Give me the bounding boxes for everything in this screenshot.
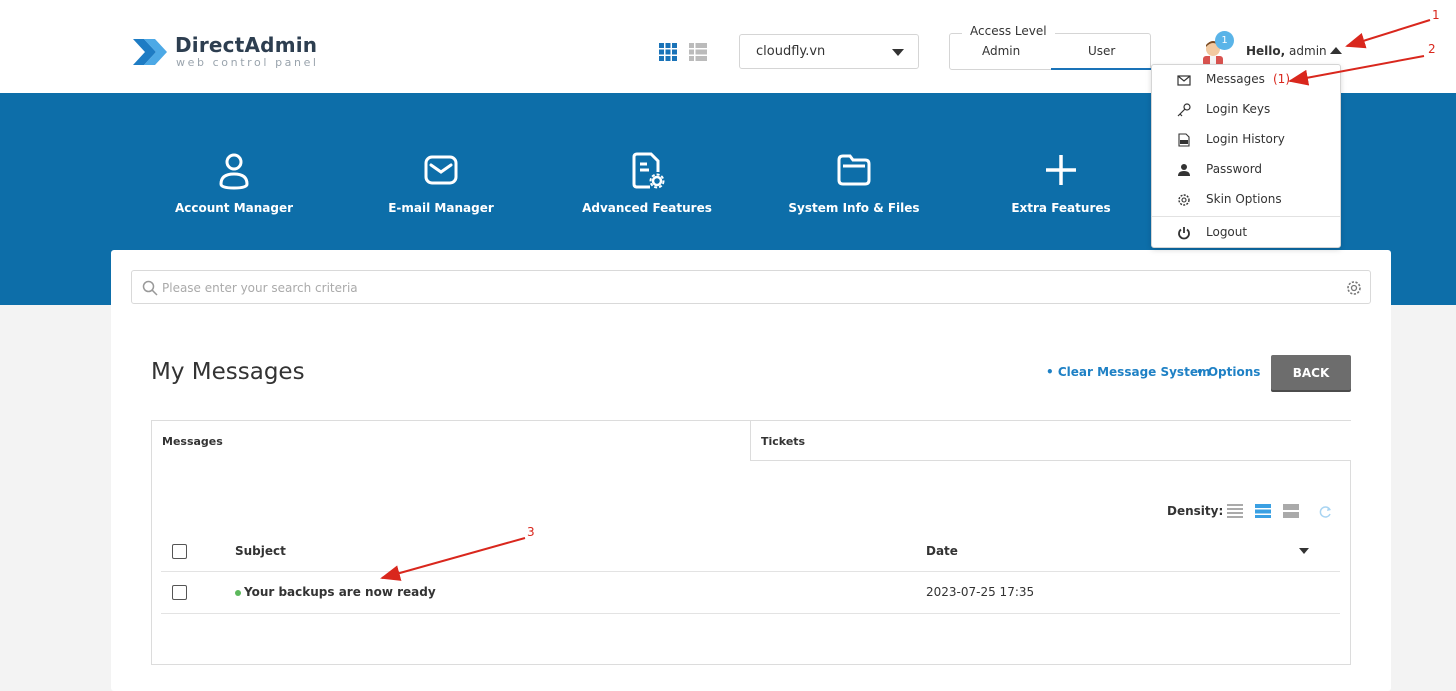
envelope-icon	[424, 155, 458, 185]
clear-message-system-link[interactable]: • Clear Message System	[1046, 365, 1210, 379]
message-subject-link[interactable]: Your backups are now ready	[244, 585, 436, 599]
brand-name: DirectAdmin	[175, 33, 318, 57]
select-all-checkbox[interactable]	[172, 544, 187, 559]
gear-icon	[1178, 194, 1190, 206]
user-icon	[219, 153, 249, 190]
nav-system-info[interactable]: System Info & Files	[764, 150, 944, 215]
menu-item-label: Messages	[1206, 72, 1265, 86]
options-link[interactable]: • Options	[1196, 365, 1260, 379]
logo[interactable]: DirectAdmin web control panel	[131, 31, 321, 73]
refresh-icon[interactable]	[1318, 505, 1332, 519]
access-level-switch: Admin User	[949, 33, 1151, 70]
search-icon	[142, 280, 158, 296]
envelope-icon	[1177, 75, 1191, 86]
list-view-icon[interactable]	[689, 43, 707, 61]
search-bar	[131, 270, 1371, 304]
menu-divider	[1152, 216, 1340, 217]
row-checkbox[interactable]	[172, 585, 187, 600]
table-divider	[161, 613, 1340, 614]
active-tab-indicator	[1051, 68, 1151, 70]
menu-item-label: Password	[1206, 162, 1263, 176]
access-level-admin[interactable]: Admin	[982, 44, 1020, 58]
menu-item-login-keys[interactable]: Login Keys	[1152, 95, 1340, 125]
menu-item-password[interactable]: Password	[1152, 155, 1340, 185]
nav-label: E-mail Manager	[388, 201, 494, 215]
nav-extra-features[interactable]: Extra Features	[971, 150, 1151, 215]
annotation-label-3: 3	[527, 525, 535, 539]
document-gear-icon	[632, 152, 665, 189]
tab-messages[interactable]: Messages	[152, 421, 751, 461]
annotation-label-1: 1	[1432, 8, 1440, 22]
brand-tagline: web control panel	[176, 56, 319, 69]
back-button[interactable]: BACK	[1271, 355, 1351, 390]
domain-select[interactable]: cloudfly.vn	[739, 34, 919, 69]
user-menu-dropdown: Messages (1) Login Keys Login History Pa…	[1151, 64, 1341, 248]
menu-item-skin-options[interactable]: Skin Options	[1152, 185, 1340, 215]
column-header-date[interactable]: Date	[926, 544, 958, 558]
nav-label: System Info & Files	[788, 201, 920, 215]
key-icon	[1177, 103, 1191, 117]
tab-tickets[interactable]: Tickets	[751, 421, 1351, 461]
user-icon	[1178, 164, 1190, 176]
menu-item-label: Login Keys	[1206, 102, 1271, 116]
directadmin-logo-icon	[133, 39, 167, 65]
table-divider	[161, 571, 1340, 572]
density-normal-icon[interactable]	[1255, 503, 1271, 519]
nav-label: Advanced Features	[582, 201, 712, 215]
access-level-user[interactable]: User	[1088, 44, 1115, 58]
menu-item-login-history[interactable]: Login History	[1152, 125, 1340, 155]
message-date: 2023-07-25 17:35	[926, 585, 1035, 599]
density-compact-icon[interactable]	[1227, 503, 1243, 519]
caret-down-icon	[892, 49, 904, 56]
unread-dot-icon	[235, 590, 241, 596]
access-level-title: Access Level	[962, 24, 1055, 38]
menu-item-messages[interactable]: Messages (1)	[1152, 65, 1340, 95]
density-label: Density:	[1167, 504, 1224, 518]
power-icon	[1178, 227, 1190, 240]
folder-icon	[837, 154, 871, 186]
nav-email-manager[interactable]: E-mail Manager	[351, 150, 531, 215]
menu-item-label: Login History	[1206, 132, 1285, 146]
messages-panel: Messages Tickets	[151, 420, 1351, 665]
greeting-text: Hello,	[1246, 44, 1286, 58]
notification-badge[interactable]: 1	[1215, 31, 1234, 50]
grid-view-icon[interactable]	[659, 43, 677, 61]
domain-select-value: cloudfly.vn	[756, 44, 826, 59]
page-title: My Messages	[151, 359, 305, 385]
nav-account-manager[interactable]: Account Manager	[144, 150, 324, 215]
username: admin	[1289, 44, 1327, 58]
gear-icon[interactable]	[1346, 280, 1362, 296]
log-icon	[1178, 133, 1190, 147]
menu-item-label: Skin Options	[1206, 192, 1282, 206]
menu-item-label: Logout	[1206, 225, 1248, 239]
nav-advanced-features[interactable]: Advanced Features	[557, 150, 737, 215]
menu-item-logout[interactable]: Logout	[1152, 218, 1340, 248]
nav-label: Extra Features	[1011, 201, 1111, 215]
caret-up-icon[interactable]	[1330, 47, 1342, 54]
nav-label: Account Manager	[174, 201, 294, 215]
unread-count: (1)	[1273, 72, 1290, 86]
annotation-label-2: 2	[1428, 42, 1436, 56]
plus-icon	[1046, 155, 1076, 185]
column-header-subject[interactable]: Subject	[235, 544, 286, 558]
search-input[interactable]	[162, 278, 1322, 298]
sort-desc-icon[interactable]	[1299, 548, 1309, 554]
user-greeting[interactable]: Hello, admin	[1246, 44, 1327, 58]
density-comfortable-icon[interactable]	[1283, 503, 1299, 519]
